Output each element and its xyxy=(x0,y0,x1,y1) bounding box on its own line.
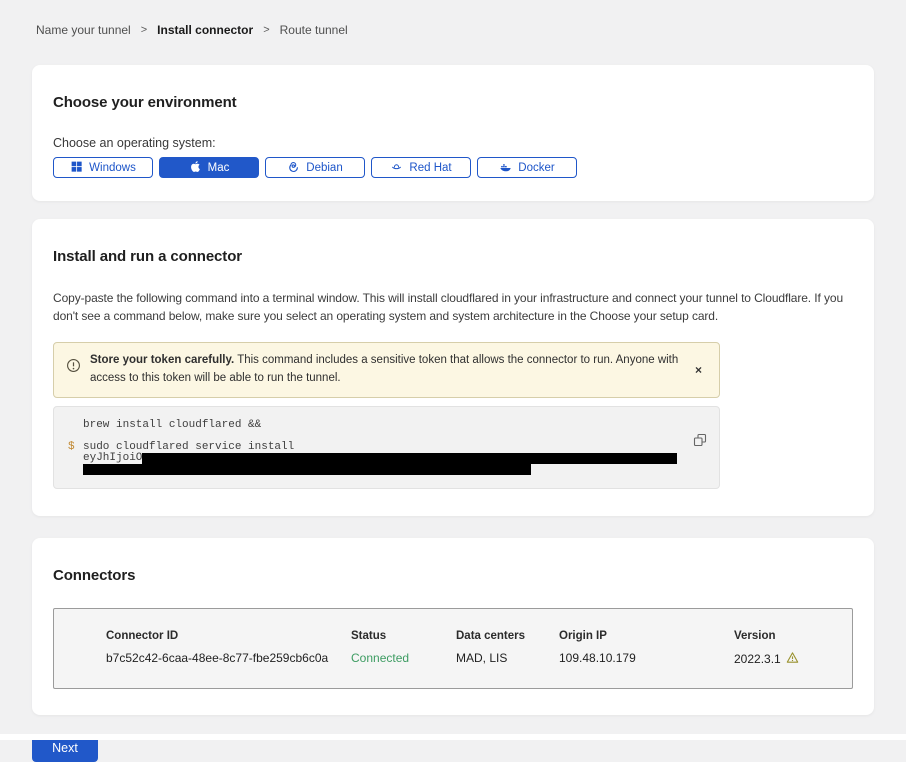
column-header-origin-ip: Origin IP xyxy=(559,630,734,642)
breadcrumb-step-name-your-tunnel[interactable]: Name your tunnel xyxy=(36,23,131,37)
os-button-debian[interactable]: Debian xyxy=(265,157,365,178)
warning-message-bold: Store your token carefully. xyxy=(90,354,234,366)
os-button-docker[interactable]: Docker xyxy=(477,157,577,178)
code-line-sudo: sudo cloudflared service install xyxy=(83,442,294,453)
warning-message: Store your token carefully. This command… xyxy=(90,352,681,388)
choose-environment-card: Choose your environment Choose an operat… xyxy=(32,65,874,201)
column-header-version: Version xyxy=(734,630,836,642)
os-button-label: Debian xyxy=(306,162,342,174)
bottom-strip xyxy=(0,734,906,740)
docker-icon xyxy=(499,160,512,176)
operating-system-label: Choose an operating system: xyxy=(53,136,853,150)
connector-id-column: Connector ID b7c52c42-6caa-48ee-8c77-fbe… xyxy=(106,630,351,667)
token-warning-banner: Store your token carefully. This command… xyxy=(53,342,720,398)
data-centers-value: MAD, LIS xyxy=(456,651,559,665)
shell-prompt: $ xyxy=(68,442,83,453)
install-connector-card: Install and run a connector Copy-paste t… xyxy=(32,219,874,516)
os-button-label: Mac xyxy=(208,162,230,174)
data-centers-column: Data centers MAD, LIS xyxy=(456,630,559,667)
command-code-block: brew install cloudflared && $sudo cloudf… xyxy=(53,406,720,489)
column-header-status: Status xyxy=(351,630,456,642)
windows-icon xyxy=(70,160,83,176)
breadcrumb-separator: > xyxy=(141,24,147,36)
status-column: Status Connected xyxy=(351,630,456,667)
debian-icon xyxy=(287,160,300,176)
column-header-data-centers: Data centers xyxy=(456,630,559,642)
connectors-table: Connector ID b7c52c42-6caa-48ee-8c77-fbe… xyxy=(53,608,853,689)
warning-triangle-icon xyxy=(786,651,799,667)
install-instructions: Copy-paste the following command into a … xyxy=(53,289,853,325)
os-button-label: Docker xyxy=(518,162,554,174)
environment-card-title: Choose your environment xyxy=(53,94,853,111)
redacted-token-bar xyxy=(142,453,677,464)
os-button-mac[interactable]: Mac xyxy=(159,157,259,178)
breadcrumb: Name your tunnel > Install connector > R… xyxy=(0,0,906,37)
os-button-label: Red Hat xyxy=(409,162,451,174)
apple-icon xyxy=(189,160,202,176)
status-badge: Connected xyxy=(351,651,456,665)
alert-circle-icon xyxy=(66,358,81,380)
token-prefix: eyJhIjoiO xyxy=(83,453,142,464)
close-icon[interactable]: × xyxy=(690,362,707,378)
redacted-token-bar xyxy=(83,464,531,475)
os-button-redhat[interactable]: Red Hat xyxy=(371,157,471,178)
column-header-connector-id: Connector ID xyxy=(106,630,351,642)
code-line-brew: brew install cloudflared && xyxy=(83,420,261,431)
origin-ip-column: Origin IP 109.48.10.179 xyxy=(559,630,734,667)
version-value: 2022.3.1 xyxy=(734,652,781,666)
redhat-icon xyxy=(390,160,403,176)
os-button-group: Windows Mac Debian Red Hat Docker xyxy=(53,157,853,178)
os-button-windows[interactable]: Windows xyxy=(53,157,153,178)
connector-id-value: b7c52c42-6caa-48ee-8c77-fbe259cb6c0a xyxy=(106,651,351,665)
copy-icon[interactable] xyxy=(693,433,707,447)
os-button-label: Windows xyxy=(89,162,136,174)
origin-ip-value: 109.48.10.179 xyxy=(559,651,734,665)
breadcrumb-separator: > xyxy=(263,24,269,36)
breadcrumb-step-install-connector[interactable]: Install connector xyxy=(157,23,253,37)
connectors-card-title: Connectors xyxy=(53,567,853,584)
connectors-card: Connectors Connector ID b7c52c42-6caa-48… xyxy=(32,538,874,715)
version-column: Version 2022.3.1 xyxy=(734,630,836,667)
install-card-title: Install and run a connector xyxy=(53,248,853,265)
breadcrumb-step-route-tunnel[interactable]: Route tunnel xyxy=(280,23,348,37)
